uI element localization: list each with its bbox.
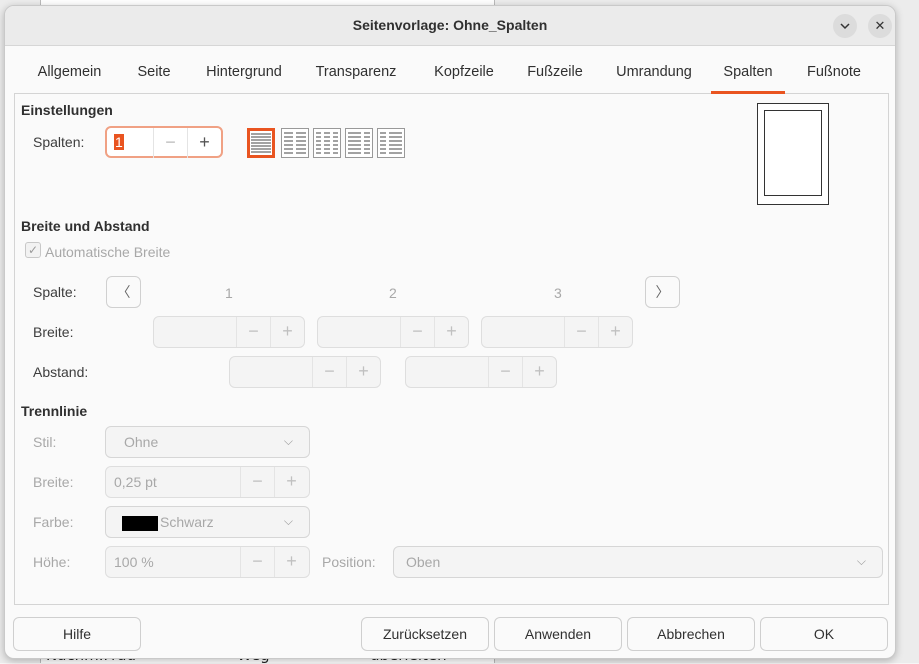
breite-label: Breite: (33, 324, 74, 340)
dialog-title: Seitenvorlage: Ohne_Spalten (352, 17, 548, 33)
abstand-label: Abstand: (33, 364, 89, 380)
spacing2-stepper[interactable]: − + (405, 356, 557, 388)
breite-abstand-heading: Breite und Abstand (21, 218, 150, 234)
plus-icon[interactable]: + (274, 547, 308, 577)
tab-transparenz[interactable]: Transparenz (306, 52, 406, 94)
tab-fussnote[interactable]: Fußnote (794, 52, 874, 94)
preview-column-area (764, 110, 822, 196)
spalten-panel: Einstellungen Spalten: 1 − + Breite und … (14, 94, 889, 605)
tab-fusszeile[interactable]: Fußzeile (515, 52, 595, 94)
page-style-dialog: Seitenvorlage: Ohne_Spalten ✕ Allgemein … (4, 5, 896, 659)
position-select[interactable]: Oben ⌵ (393, 546, 883, 578)
col3-width-stepper[interactable]: − + (481, 316, 633, 348)
plus-icon[interactable]: + (522, 357, 556, 387)
tab-umrandung[interactable]: Umrandung (604, 52, 704, 94)
line-width-stepper[interactable]: 0,25 pt − + (105, 466, 310, 498)
minus-icon[interactable]: − (240, 467, 274, 497)
dropdown-chevron-icon[interactable] (833, 14, 857, 38)
plus-icon[interactable]: + (274, 467, 308, 497)
minus-icon[interactable]: − (488, 357, 522, 387)
preset-two-columns-right-wide[interactable] (377, 128, 405, 158)
column-number-3: 3 (554, 285, 562, 301)
spalten-stepper[interactable]: 1 − + (105, 126, 223, 158)
page-preview (757, 103, 829, 205)
line-width-label: Breite: (33, 474, 74, 490)
close-icon[interactable]: ✕ (868, 14, 892, 38)
plus-icon[interactable]: + (598, 317, 632, 347)
minus-icon[interactable]: − (240, 547, 274, 577)
tab-seite[interactable]: Seite (124, 52, 184, 94)
tab-hintergrund[interactable]: Hintergrund (194, 52, 294, 94)
position-label: Position: (322, 554, 376, 570)
farbe-select[interactable]: Schwarz ⌵ (105, 506, 310, 538)
preset-three-columns[interactable] (313, 128, 341, 158)
plus-icon[interactable]: + (270, 317, 304, 347)
preset-one-column[interactable] (247, 128, 275, 158)
tab-allgemein[interactable]: Allgemein (22, 52, 117, 94)
preset-two-columns[interactable] (281, 128, 309, 158)
stil-value: Ohne (124, 434, 159, 450)
title-bar: Seitenvorlage: Ohne_Spalten ✕ (5, 6, 895, 46)
einstellungen-heading: Einstellungen (21, 102, 113, 118)
plus-icon[interactable]: + (187, 128, 221, 158)
help-button[interactable]: Hilfe (13, 617, 141, 651)
preset-two-columns-left-wide[interactable] (345, 128, 373, 158)
spalten-value[interactable]: 1 (114, 134, 124, 150)
column-number-1: 1 (225, 285, 233, 301)
minus-icon[interactable]: − (564, 317, 598, 347)
spacing1-stepper[interactable]: − + (229, 356, 381, 388)
minus-icon[interactable]: − (312, 357, 346, 387)
reset-button[interactable]: Zurücksetzen (361, 617, 489, 651)
next-column-button[interactable]: 〉 (645, 276, 680, 308)
color-swatch (122, 516, 158, 531)
col2-width-stepper[interactable]: − + (317, 316, 469, 348)
trennlinie-heading: Trennlinie (21, 403, 88, 419)
tab-spalten[interactable]: Spalten (711, 52, 785, 94)
stil-label: Stil: (33, 434, 57, 450)
ok-button[interactable]: OK (760, 617, 888, 651)
stil-select[interactable]: Ohne ⌵ (105, 426, 310, 458)
hoehe-value[interactable]: 100 % (114, 554, 154, 570)
spalten-label: Spalten: (33, 134, 85, 150)
prev-column-button[interactable]: 〈 (106, 276, 141, 308)
hoehe-label: Höhe: (33, 554, 71, 570)
plus-icon[interactable]: + (434, 317, 468, 347)
farbe-label: Farbe: (33, 514, 74, 530)
tab-kopfzeile[interactable]: Kopfzeile (419, 52, 509, 94)
minus-icon[interactable]: − (153, 128, 187, 158)
chevron-down-icon: ⌵ (856, 554, 866, 568)
farbe-value: Schwarz (160, 514, 214, 530)
spalte-label: Spalte: (33, 284, 77, 300)
plus-icon[interactable]: + (346, 357, 380, 387)
tab-bar: Allgemein Seite Hintergrund Transparenz … (14, 52, 889, 94)
auto-width-label: Automatische Breite (45, 244, 171, 260)
apply-button[interactable]: Anwenden (494, 617, 622, 651)
chevron-down-icon: ⌵ (283, 434, 293, 448)
column-number-2: 2 (389, 285, 397, 301)
auto-width-checkbox[interactable]: ✓ (25, 242, 41, 258)
col1-width-stepper[interactable]: − + (153, 316, 305, 348)
line-width-value[interactable]: 0,25 pt (114, 474, 157, 490)
minus-icon[interactable]: − (236, 317, 270, 347)
position-value: Oben (406, 554, 441, 570)
minus-icon[interactable]: − (400, 317, 434, 347)
cancel-button[interactable]: Abbrechen (627, 617, 755, 651)
hoehe-stepper[interactable]: 100 % − + (105, 546, 310, 578)
chevron-down-icon: ⌵ (283, 514, 293, 528)
